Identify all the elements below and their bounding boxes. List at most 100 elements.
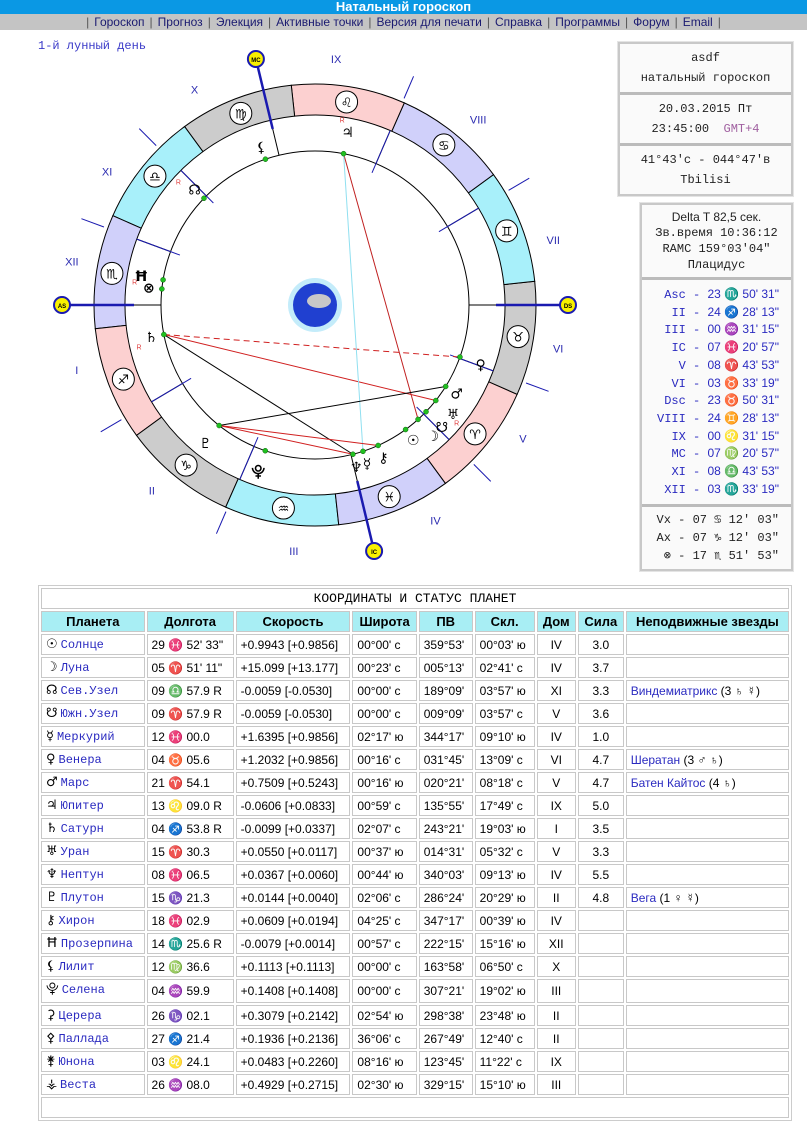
right-ascension: 344°17' <box>418 726 473 747</box>
latitude: 00°16' ю <box>352 772 417 793</box>
table-row: Ħ Прозерпина 14 ♏ 25.6 R -0.0079 [+0.0014… <box>41 933 789 954</box>
declination: 09°10' ю <box>474 726 535 747</box>
planet-cell: ⚵ Юнона <box>41 1051 145 1072</box>
planet-glyph-icon: ⚳ <box>46 1008 56 1023</box>
fixed-star-link[interactable]: Шератан <box>631 753 680 767</box>
menu-item-0[interactable]: Гороскоп <box>94 15 144 29</box>
table-row: ⚳ Церера 26 ♑ 02.1 +0.3079 [+0.2142] 02°5… <box>41 1005 789 1026</box>
table-row: ⚵ Юнона 03 ♌ 24.1 +0.0483 [+0.2260] 08°16… <box>41 1051 789 1072</box>
planet-link[interactable]: Марс <box>61 776 90 790</box>
power: 1.0 <box>577 726 624 747</box>
fixed-star-link[interactable]: Батен Кайтос <box>631 776 706 790</box>
planet-link[interactable]: Паллада <box>59 1032 109 1046</box>
declination: 03°57' ю <box>474 680 535 701</box>
house: VI <box>536 749 576 770</box>
menu-item-4[interactable]: Версия для печати <box>377 15 482 29</box>
planet-link[interactable]: Южн.Узел <box>61 707 119 721</box>
cusps-value: 24 ♐ 28' 13" <box>707 304 779 319</box>
extra-row: Vx - 07 ♋ 12' 03" <box>656 513 779 528</box>
empty-row <box>41 1097 789 1118</box>
house-number: VII <box>547 235 560 247</box>
planet-link[interactable]: Меркурий <box>57 730 115 744</box>
menu-item-5[interactable]: Справка <box>495 15 542 29</box>
zodiac-sign-icon: ♓ <box>383 491 395 506</box>
cusps-value: 24 ♊ 28' 13" <box>707 410 779 425</box>
planet-link[interactable]: Церера <box>59 1009 102 1023</box>
menu-item-7[interactable]: Форум <box>633 15 669 29</box>
planet-link[interactable]: Плутон <box>61 891 104 905</box>
globe-landmass <box>307 294 331 308</box>
speed: -0.0059 [-0.0530] <box>235 703 351 724</box>
table-row: ⯓ Селена 04 ♒ 59.9 +0.1408 [+0.1408] 00°0… <box>41 979 789 1003</box>
birth-date: 20.03.2015 Пт <box>658 102 753 116</box>
planet-link[interactable]: Нептун <box>61 868 104 882</box>
latitude: 00°00' с <box>352 979 417 1003</box>
right-ascension: 189°09' <box>418 680 473 701</box>
cusps-label: III <box>664 323 686 338</box>
main-menu: | Гороскоп | Прогноз | Элекция | Активные точки… <box>0 14 807 30</box>
house: II <box>536 887 576 908</box>
table-row: ♀ Венера 04 ♉ 05.6 +1.2032 [+0.9856] 00°1… <box>41 749 789 770</box>
longitude: 04 ♒ 59.9 <box>146 979 234 1003</box>
table-row: ⚸ Лилит 12 ♍ 36.6 +0.1113 [+0.1113] 00°00… <box>41 956 789 977</box>
menu-item-6[interactable]: Программы <box>555 15 620 29</box>
planet-link[interactable]: Хирон <box>59 914 95 928</box>
speed: +0.9943 [+0.9856] <box>235 634 351 655</box>
power: 3.7 <box>577 657 624 678</box>
planet-link[interactable]: Селена <box>62 983 105 997</box>
planet-glyph-icon: ⚶ <box>46 1077 58 1092</box>
planet-link[interactable]: Сатурн <box>61 822 104 836</box>
planet-link[interactable]: Солнце <box>61 638 104 652</box>
planet-link[interactable]: Уран <box>61 845 90 859</box>
mars-icon: ♂ <box>450 386 463 402</box>
planets-table: КООРДИНАТЫ И СТАТУС ПЛАНЕТ Планета Долгот… <box>38 585 792 1121</box>
power: 4.7 <box>577 772 624 793</box>
planet-link[interactable]: Прозерпина <box>61 937 133 951</box>
longitude: 03 ♌ 24.1 <box>146 1051 234 1072</box>
planet-position-dot <box>340 150 347 157</box>
menu-item-1[interactable]: Прогноз <box>158 15 203 29</box>
right-ascension: 267°49' <box>418 1028 473 1049</box>
planet-glyph-icon: ♃ <box>46 798 58 813</box>
column-header: Неподвижные звезды <box>625 611 789 632</box>
house: XI <box>536 680 576 701</box>
house-number: IX <box>331 54 342 66</box>
planet-link[interactable]: Юпитер <box>61 799 104 813</box>
mc-label: MC <box>251 58 261 64</box>
fixed-stars <box>625 979 789 1003</box>
planet-link[interactable]: Сев.Узел <box>61 684 119 698</box>
zodiac-sign-icon: ♎ <box>149 170 161 185</box>
longitude: 04 ♉ 05.6 <box>146 749 234 770</box>
menu-item-8[interactable]: Email <box>683 15 713 29</box>
cusp-row: III - 00 ♒ 31' 15" <box>664 322 779 338</box>
menu-item-2[interactable]: Элекция <box>216 15 263 29</box>
planet-link[interactable]: Лилит <box>59 960 95 974</box>
planet-link[interactable]: Венера <box>59 753 102 767</box>
sun-icon: ☉ <box>407 433 420 449</box>
power <box>577 1028 624 1049</box>
house-number: VIII <box>470 115 487 127</box>
table-row: ☿ Меркурий 12 ♓ 00.0 +1.6395 [+0.9856] 02… <box>41 726 789 747</box>
menu-separator: | <box>207 15 211 29</box>
fixed-stars: Вега (1 ♀ ☿) <box>625 887 789 908</box>
declination: 08°18' с <box>474 772 535 793</box>
planet-position-dot <box>433 397 439 404</box>
lilith-icon: ⚸ <box>256 140 266 156</box>
fixed-star-link[interactable]: Виндемиатрикс <box>631 684 718 698</box>
planet-link[interactable]: Веста <box>60 1078 96 1092</box>
planet-link[interactable]: Луна <box>61 661 90 675</box>
aspect-line <box>219 385 446 427</box>
planet-position-dot <box>442 383 449 390</box>
declination: 09°13' ю <box>474 864 535 885</box>
menu-item-3[interactable]: Активные точки <box>276 15 363 29</box>
planet-position-dot <box>262 156 269 162</box>
planet-glyph-icon: ☉ <box>46 637 58 652</box>
house-number: II <box>149 485 155 497</box>
cusps-value: 08 ♈ 43' 53" <box>707 357 779 372</box>
house-cusp-marker <box>100 419 122 433</box>
planet-link[interactable]: Юнона <box>59 1055 95 1069</box>
fixed-star-link[interactable]: Вега <box>631 891 656 905</box>
menu-separator: | <box>149 15 153 29</box>
cusps-value: 00 ♒ 31' 15" <box>707 322 779 337</box>
latitude: 02°07' с <box>352 818 417 839</box>
